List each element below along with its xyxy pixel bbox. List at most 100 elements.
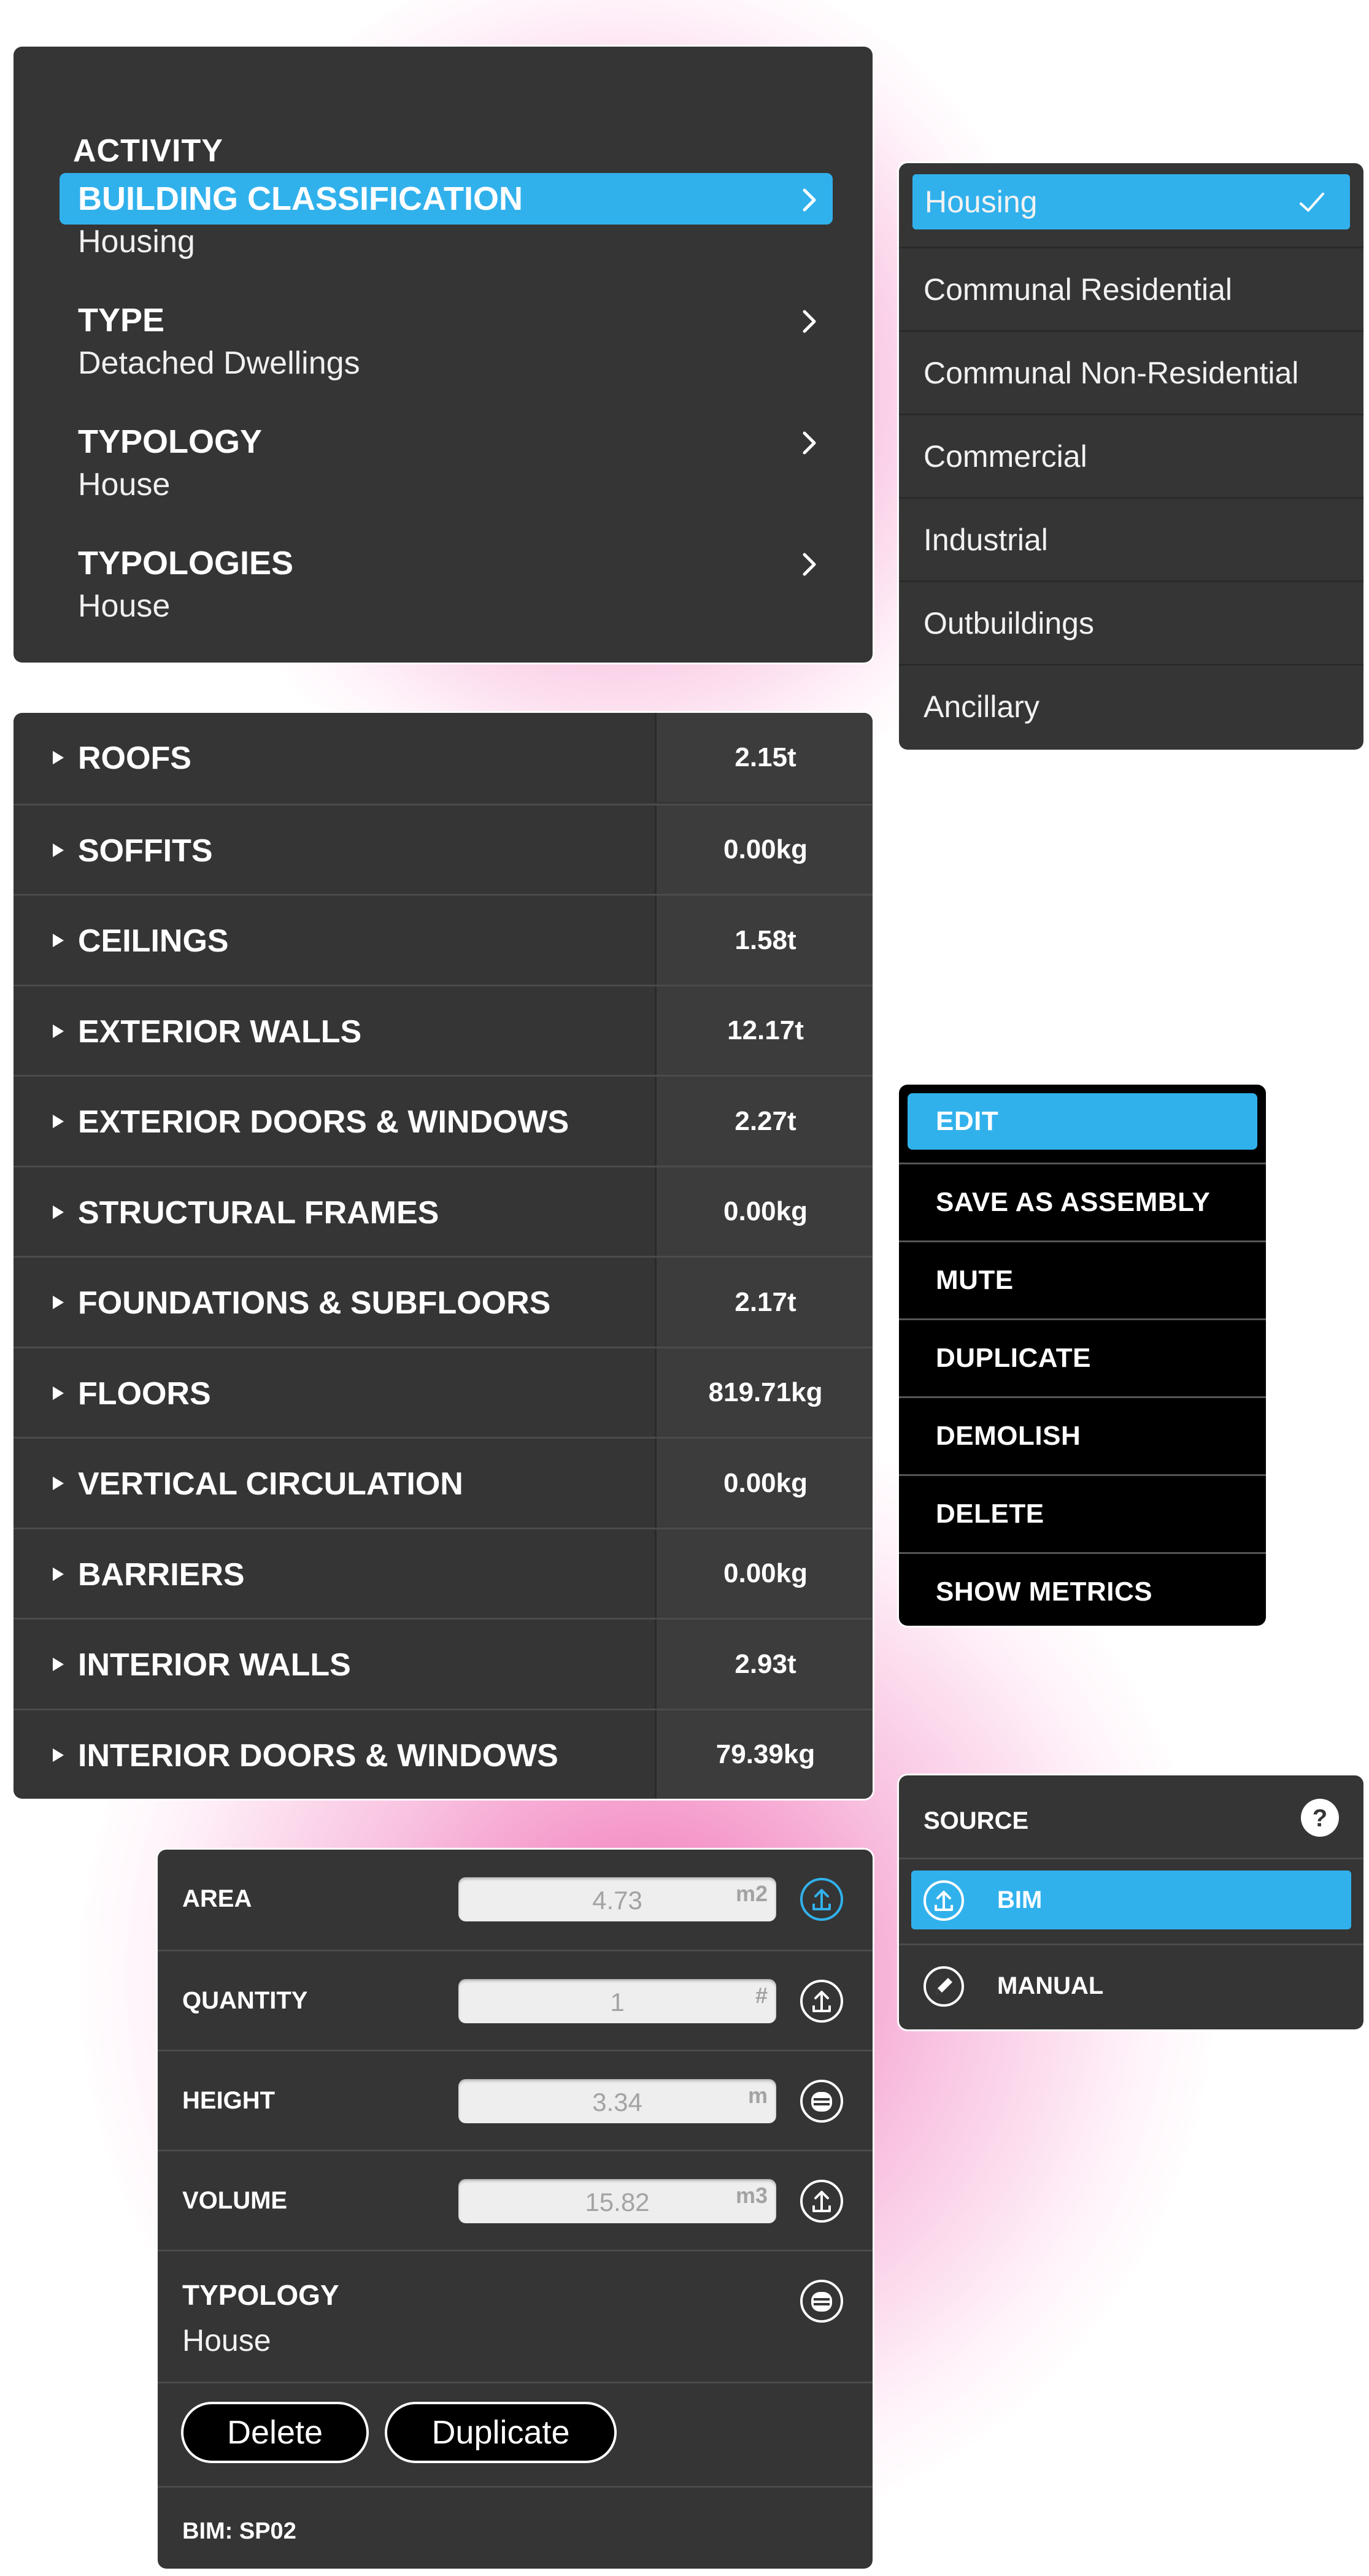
duplicate-button[interactable]: Duplicate: [385, 2402, 617, 2463]
classification-item-commercial[interactable]: Commercial: [899, 413, 1363, 497]
classification-item-label: Housing: [925, 185, 1038, 219]
material-row[interactable]: VERTICAL CIRCULATION 0.00kg: [13, 1437, 873, 1528]
expand-triangle-icon[interactable]: [52, 750, 65, 766]
material-name: EXTERIOR WALLS: [78, 1013, 362, 1050]
classification-item-label: Communal Non-Residential: [924, 355, 1299, 390]
menu-item-label: MUTE: [936, 1265, 1014, 1295]
classification-item-communal-non-residential[interactable]: Communal Non-Residential: [899, 330, 1363, 413]
material-row[interactable]: SOFFITS 0.00kg: [13, 803, 873, 894]
property-unit: m: [747, 2083, 768, 2108]
classification-item-housing[interactable]: Housing: [899, 163, 1363, 247]
material-value: 0.00kg: [655, 1439, 873, 1528]
expand-triangle-icon[interactable]: [52, 1385, 65, 1401]
property-label: VOLUME: [182, 2187, 288, 2214]
material-value: 79.39kg: [655, 1710, 873, 1799]
property-input[interactable]: 3.34 m: [458, 2079, 776, 2123]
material-row[interactable]: EXTERIOR DOORS & WINDOWS 2.27t: [13, 1075, 873, 1166]
material-value: 12.17t: [655, 986, 873, 1075]
menu-item-label: SHOW METRICS: [936, 1577, 1153, 1607]
question-circle-icon[interactable]: ?: [1300, 1797, 1340, 1838]
classification-item-communal-residential[interactable]: Communal Residential: [899, 247, 1363, 330]
material-row[interactable]: INTERIOR WALLS 2.93t: [13, 1618, 873, 1709]
expand-triangle-icon[interactable]: [52, 1113, 65, 1129]
expand-triangle-icon[interactable]: [52, 1656, 65, 1672]
source-option-bim[interactable]: BIM: [899, 1858, 1363, 1944]
activity-row-label: TYPE: [78, 302, 165, 339]
activity-row-type[interactable]: TYPE Detached Dwellings: [60, 294, 833, 382]
upload-icon[interactable]: [799, 1877, 844, 1922]
material-row[interactable]: FOUNDATIONS & SUBFLOORS 2.17t: [13, 1256, 873, 1347]
expand-triangle-icon[interactable]: [52, 1566, 65, 1582]
properties-panel: AREA 4.73 m2 QUANTITY 1 # HEIGHT 3.34 m VOLUME 15.…: [158, 1850, 873, 2569]
expand-triangle-icon[interactable]: [52, 932, 65, 948]
classification-item-ancillary[interactable]: Ancillary: [899, 664, 1363, 747]
activity-title: ACTIVITY: [73, 133, 223, 169]
menu-item-save-as-assembly[interactable]: SAVE AS ASSEMBLY: [899, 1163, 1266, 1240]
activity-panel: ACTIVITY BUILDING CLASSIFICATION Housing…: [13, 47, 873, 663]
material-value: 1.58t: [655, 896, 873, 985]
expand-triangle-icon[interactable]: [52, 1204, 65, 1220]
typology-row: TYPOLOGY House: [158, 2250, 873, 2382]
material-value: 0.00kg: [655, 1167, 873, 1256]
material-row[interactable]: CEILINGS 1.58t: [13, 894, 873, 985]
source-option-manual[interactable]: MANUAL: [899, 1944, 1363, 2029]
menu-item-show-metrics[interactable]: SHOW METRICS: [899, 1552, 1266, 1626]
material-name: SOFFITS: [78, 832, 213, 869]
material-name: EXTERIOR DOORS & WINDOWS: [78, 1104, 569, 1140]
property-input[interactable]: 15.82 m3: [458, 2179, 776, 2223]
source-option-label: BIM: [997, 1886, 1043, 1913]
activity-row-typologies[interactable]: TYPOLOGIES House: [60, 537, 833, 625]
checkmark-icon: [1298, 190, 1325, 215]
menu-item-mute[interactable]: MUTE: [899, 1240, 1266, 1318]
upload-circle-icon: [922, 1879, 965, 1922]
typology-label: TYPOLOGY: [182, 2279, 339, 2311]
upload-icon[interactable]: [799, 1978, 844, 2024]
expand-triangle-icon[interactable]: [52, 1475, 65, 1491]
property-unit: #: [755, 1983, 768, 2008]
expand-triangle-icon[interactable]: [52, 1747, 65, 1763]
material-name: BARRIERS: [78, 1556, 245, 1593]
menu-item-edit[interactable]: EDIT: [899, 1085, 1266, 1163]
material-row[interactable]: FLOORS 819.71kg: [13, 1346, 873, 1437]
property-input[interactable]: 4.73 m2: [458, 1877, 776, 1921]
activity-row-value: Detached Dwellings: [78, 345, 360, 381]
material-row[interactable]: EXTERIOR WALLS 12.17t: [13, 984, 873, 1075]
material-row[interactable]: INTERIOR DOORS & WINDOWS 79.39kg: [13, 1708, 873, 1799]
classification-item-label: Ancillary: [924, 689, 1039, 724]
property-value: 15.82: [585, 2188, 650, 2217]
activity-row-building-classification[interactable]: BUILDING CLASSIFICATION Housing: [60, 173, 833, 260]
material-row[interactable]: ROOFS 2.15t: [13, 713, 873, 804]
activity-row-typology[interactable]: TYPOLOGY House: [60, 416, 833, 503]
material-row[interactable]: BARRIERS 0.00kg: [13, 1527, 873, 1618]
property-label: QUANTITY: [182, 1987, 308, 2014]
materials-table: ROOFS 2.15t SOFFITS 0.00kg CEILINGS 1.58t EXTE…: [13, 713, 873, 1799]
source-panel: SOURCE ? BIM MANUAL: [899, 1775, 1363, 2029]
activity-row-value: Housing: [78, 224, 195, 260]
footer-row: BIM: SP02: [158, 2486, 873, 2569]
property-row-volume: VOLUME 15.82 m3: [158, 2150, 873, 2250]
classification-item-label: Commercial: [924, 439, 1087, 474]
upload-icon[interactable]: [799, 2178, 844, 2224]
material-name: ROOFS: [78, 740, 191, 776]
context-menu: EDIT SAVE AS ASSEMBLY MUTE DUPLICATE DEMOLIS…: [899, 1085, 1266, 1626]
material-row[interactable]: STRUCTURAL FRAMES 0.00kg: [13, 1165, 873, 1256]
expand-triangle-icon[interactable]: [52, 1023, 65, 1039]
menu-item-label: DUPLICATE: [936, 1343, 1092, 1373]
menu-item-delete[interactable]: DELETE: [899, 1474, 1266, 1552]
expand-triangle-icon[interactable]: [52, 1294, 65, 1310]
material-value: 2.17t: [655, 1258, 873, 1347]
expand-triangle-icon[interactable]: [52, 842, 65, 858]
property-label: AREA: [182, 1885, 252, 1912]
property-unit: m3: [735, 2183, 768, 2208]
source-header: SOURCE ?: [899, 1775, 1363, 1861]
db-icon[interactable]: [799, 2078, 844, 2124]
property-input[interactable]: 1 #: [458, 1979, 776, 2023]
classification-item-industrial[interactable]: Industrial: [899, 497, 1363, 580]
material-name: CEILINGS: [78, 923, 229, 959]
menu-item-duplicate[interactable]: DUPLICATE: [899, 1318, 1266, 1396]
menu-item-demolish[interactable]: DEMOLISH: [899, 1396, 1266, 1474]
classification-item-label: Communal Residential: [924, 272, 1233, 307]
delete-button[interactable]: Delete: [181, 2402, 369, 2463]
classification-item-outbuildings[interactable]: Outbuildings: [899, 580, 1363, 664]
db-icon[interactable]: [799, 2278, 844, 2324]
